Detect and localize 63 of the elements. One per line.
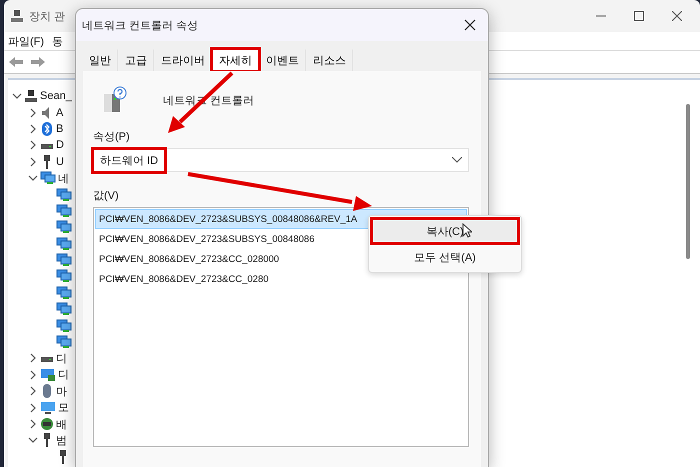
tree-item-label[interactable]: 디	[58, 367, 69, 382]
property-label: 속성(P)	[93, 130, 131, 144]
computer-icon	[24, 89, 38, 104]
dropdown-caret-icon	[452, 157, 462, 163]
window-title: 장치 관	[29, 10, 66, 24]
tree-item-label[interactable]: Sean_	[40, 90, 72, 102]
battery-icon	[40, 417, 54, 431]
bluetooth-icon	[40, 122, 54, 136]
network-icon	[56, 318, 72, 333]
network-icon	[56, 286, 72, 300]
network-device-icon	[101, 86, 127, 114]
menu-item[interactable]: 모두 선택(A)	[373, 246, 517, 268]
dropdown-value: 하드웨어 ID	[94, 150, 164, 170]
tree-item-label[interactable]: A	[56, 106, 64, 119]
network-icon	[56, 204, 72, 218]
expand-chevron-icon[interactable]	[28, 419, 38, 429]
network-icon	[56, 253, 72, 268]
expand-chevron-icon[interactable]	[28, 353, 38, 364]
maximize-icon[interactable]	[634, 11, 644, 21]
tree-item-label[interactable]: 마	[56, 384, 67, 399]
tree-item-label[interactable]: 디	[56, 350, 67, 366]
collapse-chevron-icon[interactable]	[28, 435, 38, 446]
network-icon	[56, 302, 72, 316]
network-icon	[40, 171, 56, 186]
expand-chevron-icon[interactable]	[28, 402, 38, 413]
network-icon	[56, 220, 72, 234]
menu-item[interactable]: 복사(C)	[373, 220, 517, 242]
tab[interactable]: 자세히	[212, 49, 259, 71]
network-icon	[56, 269, 72, 284]
scrollbar-thumb[interactable]	[686, 104, 690, 259]
collapse-chevron-icon[interactable]	[12, 91, 22, 102]
tree-item-label[interactable]: U	[56, 156, 64, 168]
back-arrow-icon[interactable]	[8, 56, 24, 68]
network-icon	[56, 188, 72, 202]
expand-chevron-icon[interactable]	[28, 156, 38, 167]
close-icon[interactable]	[464, 19, 476, 31]
menu-item[interactable]: 동	[52, 34, 64, 48]
network-icon	[56, 335, 72, 350]
tree-item-label[interactable]: D	[56, 139, 64, 152]
dialog-title: 네트워크 컨트롤러 속성	[82, 18, 198, 32]
expand-chevron-icon[interactable]	[28, 124, 38, 134]
list-item[interactable]: PCI₩VEN_8086&DEV_2723&CC_0280	[95, 269, 467, 289]
tree-item-label[interactable]: 네	[58, 170, 69, 186]
forward-arrow-icon[interactable]	[30, 56, 46, 68]
value-label: 값(V)	[93, 189, 120, 203]
close-icon[interactable]	[672, 11, 682, 21]
network-icon	[56, 236, 72, 251]
app-icon	[10, 9, 24, 23]
expand-chevron-icon[interactable]	[28, 370, 38, 380]
tree-item-label[interactable]: B	[56, 122, 64, 135]
collapse-chevron-icon[interactable]	[28, 173, 38, 184]
tree-item-label[interactable]: 배	[56, 416, 67, 432]
mouse-icon	[40, 384, 54, 398]
monitor-icon	[40, 400, 56, 415]
expand-chevron-icon[interactable]	[28, 108, 38, 118]
property-dropdown[interactable]: 하드웨어 ID	[93, 148, 469, 172]
mouse-cursor-icon	[463, 224, 472, 237]
expand-chevron-icon[interactable]	[28, 140, 38, 150]
display-adapter-icon	[40, 368, 56, 382]
tree-item-label[interactable]: 범	[56, 432, 67, 448]
menu-item[interactable]: 파일(F)	[8, 34, 44, 48]
expand-chevron-icon[interactable]	[28, 386, 38, 396]
tree-item-label[interactable]: 모	[58, 400, 69, 416]
